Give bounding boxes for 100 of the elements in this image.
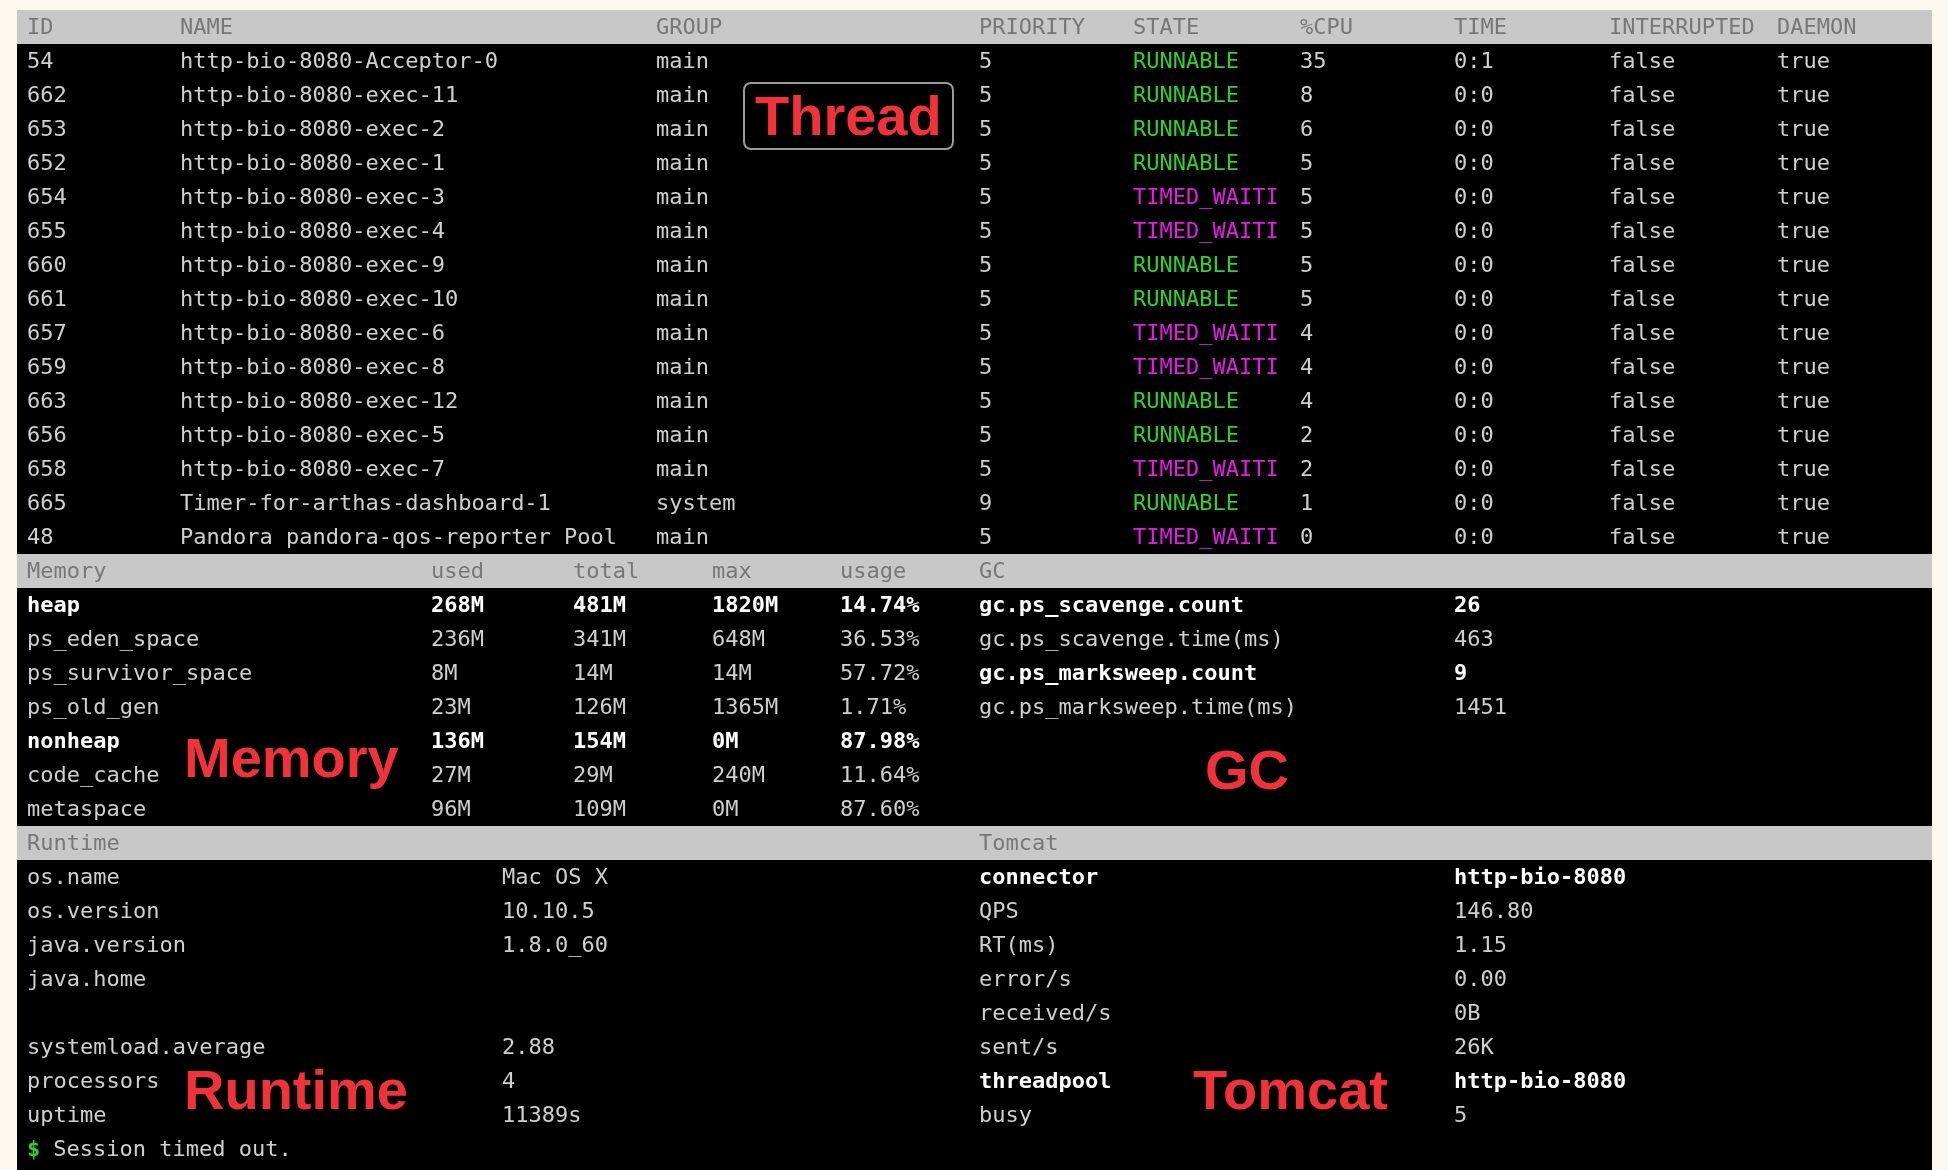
table-cell-text: 5 — [1300, 285, 1314, 313]
table-cell-text: nonheap — [27, 727, 120, 755]
state-cell-text: TIMED_WAITI — [1133, 455, 1279, 483]
table-cell-text: main — [656, 285, 709, 313]
metric-value: 1.15 — [1454, 931, 1507, 959]
column-header: ID — [27, 13, 54, 41]
table-cell-text: 341M — [573, 625, 626, 653]
state-cell-text: TIMED_WAITI — [1133, 523, 1279, 551]
table-cell-text: http-bio-8080-exec-9 — [180, 251, 445, 279]
table-cell-text: 663 — [27, 387, 67, 415]
metric-name: RT(ms) — [979, 931, 1059, 959]
table-cell-text: http-bio-8080-exec-2 — [180, 115, 445, 143]
metric-name: received/s — [979, 999, 1112, 1027]
table-cell-text: 35 — [1300, 47, 1327, 75]
table-cell-text: 5 — [979, 81, 993, 109]
table-cell-text: 11.64% — [840, 761, 920, 789]
column-header: GROUP — [656, 13, 723, 41]
table-cell-text: false — [1609, 285, 1676, 313]
table-cell-text: 0:0 — [1454, 489, 1494, 517]
metric-name: gc.ps_marksweep.count — [979, 659, 1258, 687]
table-cell-text: false — [1609, 523, 1676, 551]
table-cell-text: true — [1777, 183, 1830, 211]
table-cell-text: 660 — [27, 251, 67, 279]
state-cell-text: RUNNABLE — [1133, 421, 1239, 449]
table-cell-text: 657 — [27, 319, 67, 347]
column-header: DAEMON — [1777, 13, 1857, 41]
metric-value: 26 — [1454, 591, 1481, 619]
table-cell-text: false — [1609, 217, 1676, 245]
table-cell-text: 5 — [1300, 149, 1314, 177]
table-cell-text: 136M — [431, 727, 484, 755]
table-cell-text: 0:0 — [1454, 115, 1494, 143]
table-cell-text: true — [1777, 115, 1830, 143]
table-cell-text: false — [1609, 319, 1676, 347]
table-cell-text: system — [656, 489, 736, 517]
table-cell-text: false — [1609, 421, 1676, 449]
table-cell-text: 4 — [1300, 353, 1314, 381]
table-cell-text: false — [1609, 183, 1676, 211]
table-cell-text: 4 — [1300, 387, 1314, 415]
table-cell-text: false — [1609, 149, 1676, 177]
state-cell-text: TIMED_WAITI — [1133, 183, 1279, 211]
table-cell-text: main — [656, 115, 709, 143]
section-label: GC — [1205, 742, 1289, 798]
table-cell-text: http-bio-8080-Acceptor-0 — [180, 47, 498, 75]
table-cell-text: true — [1777, 319, 1830, 347]
metric-value: Mac OS X — [502, 863, 608, 891]
state-cell-text: RUNNABLE — [1133, 285, 1239, 313]
table-cell-text: false — [1609, 81, 1676, 109]
table-cell-text: true — [1777, 523, 1830, 551]
table-cell-text: 6 — [1300, 115, 1314, 143]
table-cell-text: main — [656, 81, 709, 109]
table-cell-text: true — [1777, 149, 1830, 177]
metric-value: 1.8.0_60 — [502, 931, 608, 959]
table-cell-text: http-bio-8080-exec-12 — [180, 387, 459, 415]
table-cell-text: main — [656, 319, 709, 347]
table-cell-text: 656 — [27, 421, 67, 449]
prompt-symbol: $ — [27, 1136, 41, 1161]
table-cell-text: 5 — [979, 183, 993, 211]
state-cell-text: RUNNABLE — [1133, 149, 1239, 177]
table-cell-text: http-bio-8080-exec-1 — [180, 149, 445, 177]
table-cell-text: 5 — [979, 115, 993, 143]
table-cell-text: 109M — [573, 795, 626, 823]
table-cell-text: true — [1777, 455, 1830, 483]
table-cell-text: 0:0 — [1454, 353, 1494, 381]
table-cell-text: http-bio-8080-exec-6 — [180, 319, 445, 347]
table-cell-text: 659 — [27, 353, 67, 381]
table-cell-text: main — [656, 217, 709, 245]
table-cell-text: true — [1777, 387, 1830, 415]
metric-name: gc.ps_scavenge.time(ms) — [979, 625, 1284, 653]
section-title: Runtime — [27, 830, 120, 855]
table-cell-text: 0M — [712, 727, 739, 755]
table-cell-text: 652 — [27, 149, 67, 177]
metric-value: 463 — [1454, 625, 1494, 653]
table-cell-text: 96M — [431, 795, 471, 823]
table-cell-text: http-bio-8080-exec-11 — [180, 81, 459, 109]
metric-name: processors — [27, 1067, 160, 1095]
table-cell-text: 4 — [1300, 319, 1314, 347]
state-cell-text: RUNNABLE — [1133, 81, 1239, 109]
table-cell-text: http-bio-8080-exec-8 — [180, 353, 445, 381]
metric-value: 0.00 — [1454, 965, 1507, 993]
table-cell-text: http-bio-8080-exec-4 — [180, 217, 445, 245]
column-header: usage — [840, 557, 907, 585]
table-cell-text: http-bio-8080-exec-5 — [180, 421, 445, 449]
table-cell-text: 2 — [1300, 421, 1314, 449]
table-cell-text: metaspace — [27, 795, 147, 823]
table-cell-text: http-bio-8080-exec-3 — [180, 183, 445, 211]
table-cell-text: main — [656, 455, 709, 483]
table-cell-text: 5 — [1300, 183, 1314, 211]
table-cell-text: 654 — [27, 183, 67, 211]
table-cell-text: 0:0 — [1454, 251, 1494, 279]
metric-value: http-bio-8080 — [1454, 1067, 1627, 1095]
table-cell-text: main — [656, 421, 709, 449]
table-cell-text: 0:0 — [1454, 455, 1494, 483]
table-cell-text: 0:0 — [1454, 149, 1494, 177]
table-cell-text: false — [1609, 47, 1676, 75]
table-cell-text: 5 — [1300, 251, 1314, 279]
table-cell-text: 1.71% — [840, 693, 907, 721]
table-cell-text: 655 — [27, 217, 67, 245]
table-cell-text: 1365M — [712, 693, 779, 721]
table-cell-text: 5 — [979, 455, 993, 483]
table-cell-text: false — [1609, 387, 1676, 415]
